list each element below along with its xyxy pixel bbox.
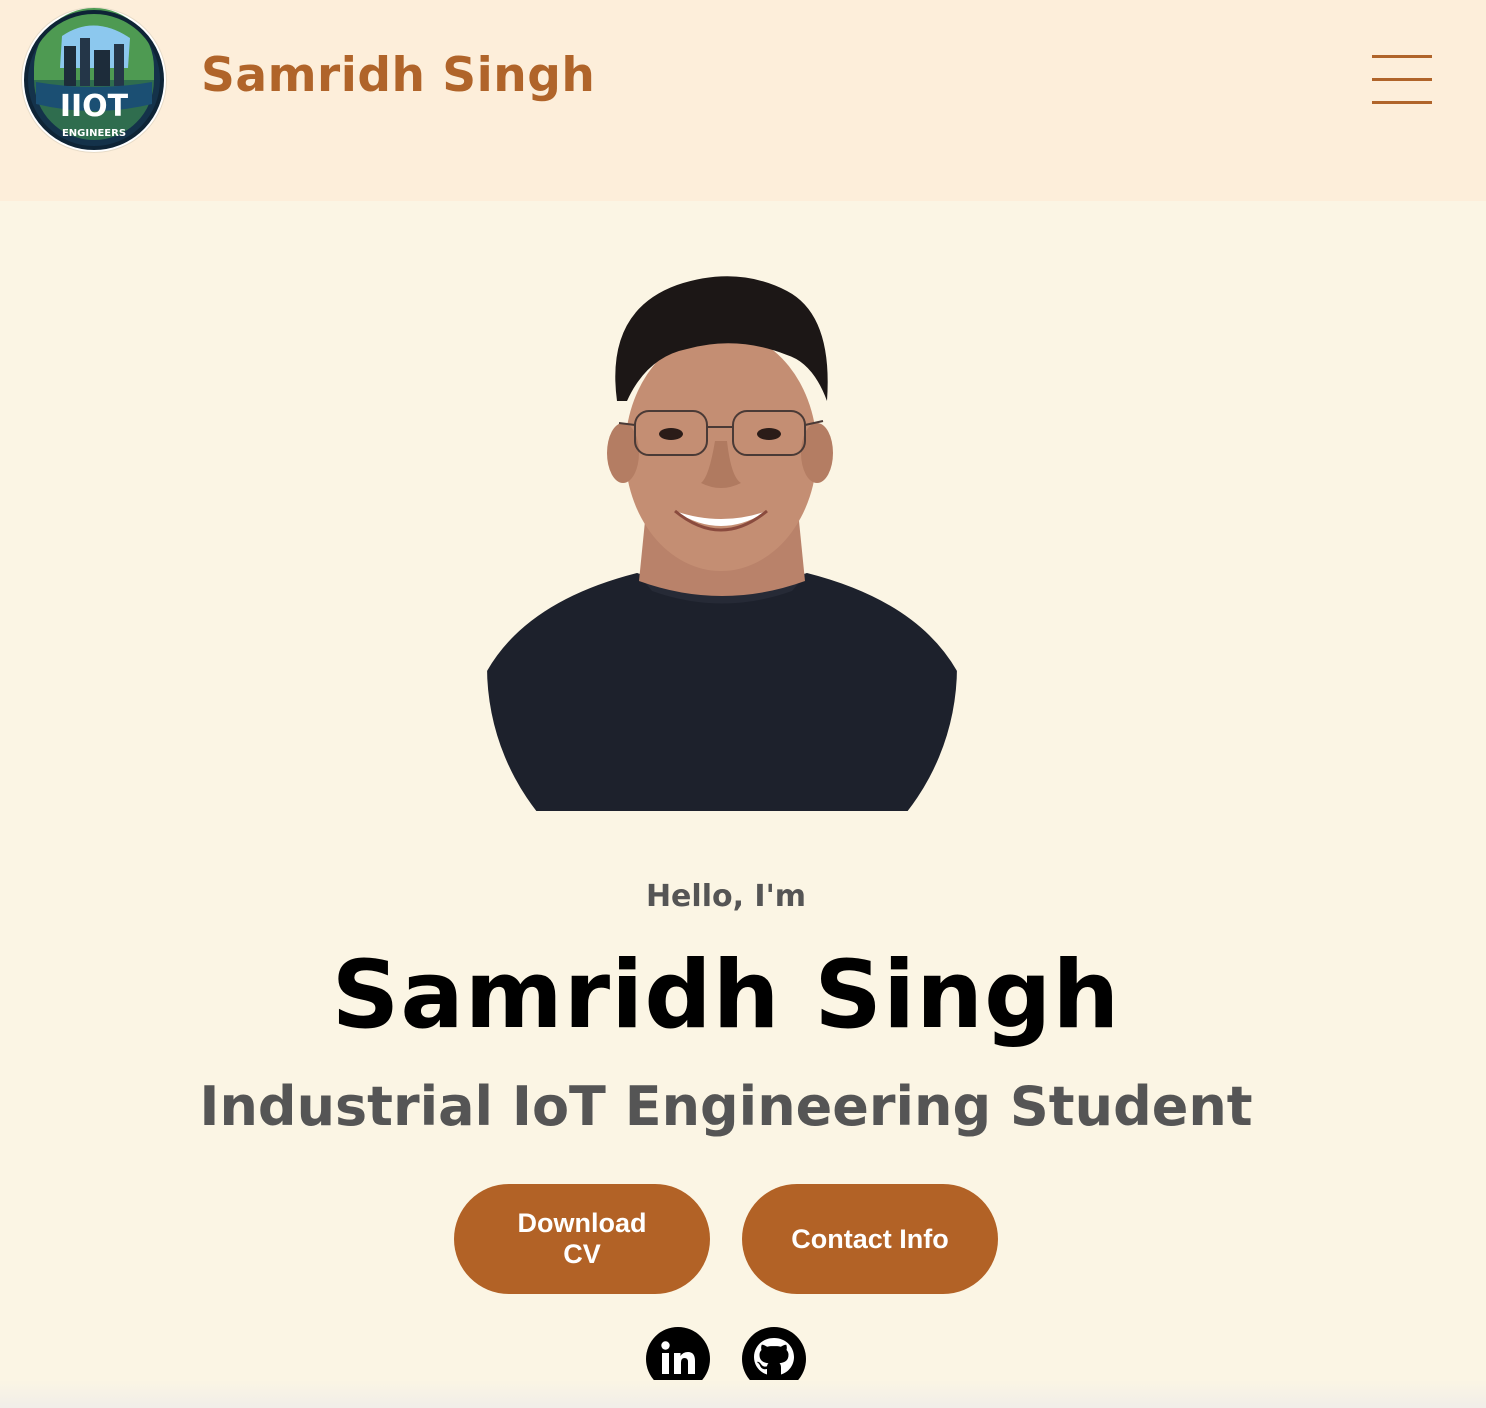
hamburger-menu-icon[interactable] <box>1366 50 1440 110</box>
greeting-text: Hello, I'm <box>645 879 807 914</box>
profile-photo <box>487 271 957 811</box>
contact-info-label: Contact Info <box>791 1223 949 1254</box>
hero-subtitle: Industrial IoT Engineering Student <box>199 1075 1253 1138</box>
svg-text:IIOT: IIOT <box>60 89 129 124</box>
top-navigation-bar: IIOT ENGINEERS Samridh Singh <box>0 0 1486 201</box>
menu-line <box>1372 55 1432 58</box>
bottom-fade <box>0 1380 1486 1408</box>
iiot-engineers-logo[interactable]: IIOT ENGINEERS <box>22 8 166 152</box>
hero-name-heading: Samridh Singh <box>331 941 1121 1050</box>
svg-text:ENGINEERS: ENGINEERS <box>62 128 126 139</box>
contact-info-button[interactable]: Contact Info <box>742 1184 998 1294</box>
download-cv-label: Download CV <box>517 1208 647 1269</box>
menu-line <box>1372 101 1432 104</box>
download-cv-button[interactable]: Download CV <box>454 1184 710 1294</box>
site-brand-name[interactable]: Samridh Singh <box>201 48 595 103</box>
hero-section: Hello, I'm Samridh Singh Industrial IoT … <box>0 201 1486 1408</box>
menu-line <box>1372 78 1432 81</box>
